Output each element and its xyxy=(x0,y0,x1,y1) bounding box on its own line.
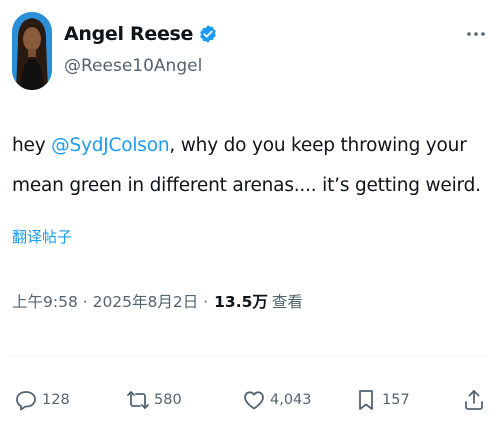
more-icon[interactable] xyxy=(464,22,488,46)
divider xyxy=(12,356,488,357)
views-count: 13.5万 xyxy=(214,293,268,311)
reply-count: 128 xyxy=(42,392,70,408)
mention-link[interactable]: @SydJColson xyxy=(51,135,169,156)
author-names: Angel Reese @Reese10Angel xyxy=(64,20,218,76)
like-button[interactable]: 4,043 xyxy=(242,388,312,412)
share-icon xyxy=(465,390,483,410)
like-icon xyxy=(244,391,264,410)
share-button[interactable] xyxy=(462,388,490,412)
reply-button[interactable]: 128 xyxy=(14,388,70,412)
tweet-text-start: hey xyxy=(12,135,52,156)
timestamp[interactable]: 上午9:58 · 2025年8月2日 · xyxy=(12,290,208,312)
avatar[interactable] xyxy=(12,12,52,90)
verified-badge-icon[interactable] xyxy=(198,24,218,44)
bookmark-count: 157 xyxy=(382,392,410,408)
display-name-row: Angel Reese xyxy=(64,20,218,48)
translate-post-link[interactable]: 翻译帖子 xyxy=(12,226,72,247)
display-name[interactable]: Angel Reese xyxy=(64,23,193,45)
bookmark-icon xyxy=(359,390,373,410)
tweet-text: hey @SydJColson, why do you keep throwin… xyxy=(12,126,482,206)
reply-icon xyxy=(16,391,36,411)
avatar-photo xyxy=(12,12,52,90)
tweet-header: Angel Reese @Reese10Angel xyxy=(12,12,488,92)
repost-icon xyxy=(127,391,149,409)
tweet-meta: 上午9:58 · 2025年8月2日 · 13.5万 查看 xyxy=(12,290,303,312)
action-bar: 128 580 4,043 157 xyxy=(12,380,488,430)
bookmark-button[interactable]: 157 xyxy=(354,388,410,412)
repost-button[interactable]: 580 xyxy=(126,388,182,412)
like-count: 4,043 xyxy=(270,392,312,408)
author-handle[interactable]: @Reese10Angel xyxy=(64,56,218,76)
repost-count: 580 xyxy=(154,392,182,408)
views-label: 查看 xyxy=(271,293,303,311)
